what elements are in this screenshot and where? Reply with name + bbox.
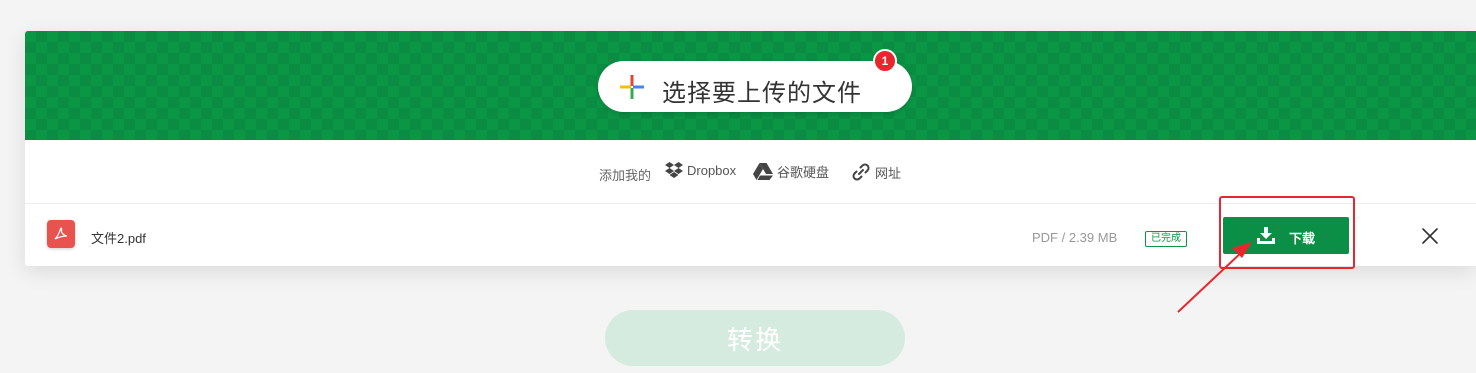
source-google-drive[interactable]: 谷歌硬盘 [753,162,829,181]
file-meta: PDF / 2.39 MB [1032,230,1118,245]
upload-sources: 添加我的 Dropbox 谷歌硬盘 网址 [25,140,1476,204]
upload-banner: 选择要上传的文件 1 [25,31,1476,140]
annotation-arrow [1177,242,1252,313]
close-icon[interactable] [1421,227,1439,245]
source-dropbox-label: Dropbox [687,162,737,178]
source-google-drive-label: 谷歌硬盘 [777,165,830,180]
plus-icon [620,75,644,99]
choose-file-label: 选择要上传的文件 [662,79,862,107]
choose-file-button[interactable]: 选择要上传的文件 [598,61,912,112]
dropbox-icon [665,162,683,178]
acrobat-icon [54,227,68,240]
file-count-badge: 1 [873,49,897,73]
file-name: 文件2.pdf [91,231,146,246]
pdf-file-icon [47,220,75,248]
google-drive-icon [753,163,773,180]
source-url-label: 网址 [875,165,902,181]
sources-prefix: 添加我的 [599,168,652,183]
source-url[interactable]: 网址 [851,162,901,182]
link-icon [852,163,870,181]
source-dropbox[interactable]: Dropbox [665,162,736,178]
convert-button[interactable]: 转换 [605,310,905,366]
